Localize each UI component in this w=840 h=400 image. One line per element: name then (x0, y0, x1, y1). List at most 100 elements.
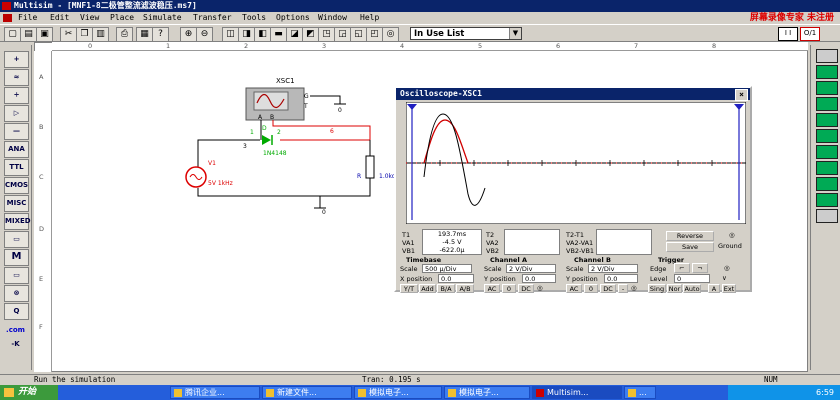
cursor-1-readout: 193.7ms -4.5 V -622.0µ (422, 229, 482, 255)
dva-label: VA2-VA1 (566, 239, 594, 247)
timebase-scale-label: Scale (400, 265, 418, 273)
start-button[interactable]: 开始 (0, 385, 58, 400)
channel-a-ac-button[interactable]: AC (484, 284, 500, 293)
logic-analyzer-icon[interactable] (816, 145, 838, 159)
channel-b-invert-button[interactable]: - (618, 284, 628, 293)
taskbar-item[interactable]: ... (624, 386, 656, 399)
clock: 6:59 (816, 388, 834, 397)
trigger-normal-button[interactable]: Nor (667, 284, 682, 293)
diode-part: 1N4148 (263, 150, 287, 157)
taskbar-item[interactable]: 新建文件... (262, 386, 352, 399)
oscilloscope-instrument-icon[interactable] (816, 97, 838, 111)
channel-b-ac-button[interactable]: AC (566, 284, 582, 293)
vb2-label: VB2 (486, 247, 500, 255)
trigger-auto-button[interactable]: Auto (683, 284, 701, 293)
dvb-label: VB2-VB1 (566, 247, 595, 255)
bode-plotter-icon[interactable] (816, 113, 838, 127)
delta-readout (596, 229, 652, 255)
t1-label: T1 (402, 231, 411, 239)
distortion-analyzer-icon[interactable] (816, 177, 838, 191)
trigger-a-button[interactable]: A (708, 284, 720, 293)
mode-ab-button[interactable]: A/B (456, 284, 474, 293)
timebase-scale-field[interactable]: 500 µ/Div (422, 264, 472, 273)
channel-a-zero-button[interactable]: 0 (502, 284, 516, 293)
trigger-level-label: Level (650, 275, 668, 283)
oscilloscope-title: Oscilloscope-XSC1 (400, 89, 482, 98)
scope-terminal-b: B (270, 114, 274, 121)
reverse-button[interactable]: Reverse (666, 231, 714, 241)
channel-b-dc-button[interactable]: DC (600, 284, 616, 293)
diode-symbol[interactable] (262, 135, 271, 145)
taskbar-item[interactable]: 模拟电子... (444, 386, 530, 399)
qq-icon (174, 389, 182, 397)
folder-icon (266, 389, 274, 397)
taskbar: 开始 腾讯企业... 新建文件... 模拟电子... 模拟电子... Multi… (0, 385, 840, 400)
source-ref: V1 (208, 160, 216, 167)
dt-label: T2-T1 (566, 231, 584, 239)
node-label: 2 (277, 129, 281, 136)
ground-label: Ground (718, 242, 742, 250)
trigger-ext-button[interactable]: Ext (722, 284, 736, 293)
channel-a-header: Channel A (490, 256, 527, 264)
wattmeter-icon[interactable] (816, 81, 838, 95)
channel-a-ypos-field[interactable]: 0.0 (522, 274, 556, 283)
oscilloscope-display (406, 102, 746, 224)
trigger-single-button[interactable]: Sing (648, 284, 666, 293)
multisim-icon (536, 389, 544, 397)
taskbar-item[interactable]: 模拟电子... (354, 386, 442, 399)
channel-b-zero-button[interactable]: 0 (584, 284, 598, 293)
channel-b-header: Channel B (574, 256, 611, 264)
timebase-header: Timebase (406, 256, 442, 264)
document-icon (448, 389, 456, 397)
mode-yt-button[interactable]: Y/T (400, 284, 418, 293)
network-analyzer-icon[interactable] (816, 209, 838, 223)
close-icon[interactable]: × (735, 89, 748, 101)
scope-ref: XSC1 (276, 77, 295, 85)
diode-ref: D (262, 125, 267, 132)
system-tray: 6:59 (728, 385, 840, 400)
multimeter-icon[interactable] (816, 49, 838, 63)
trigger-level-arrow-icon[interactable]: ∨ (722, 274, 727, 282)
folder-icon (358, 389, 366, 397)
channel-b-ypos-label: Y position (566, 275, 598, 283)
mode-ba-button[interactable]: B/A (437, 284, 455, 293)
rising-edge-icon[interactable]: ⌐ (674, 263, 690, 273)
channel-b-scale-field[interactable]: 2 V/Div (588, 264, 638, 273)
timebase-xpos-field[interactable]: 0.0 (438, 274, 474, 283)
node-label: 6 (330, 128, 334, 135)
va1-label: VA1 (402, 239, 415, 247)
mode-add-button[interactable]: Add (419, 284, 436, 293)
node-label: 1 (250, 129, 254, 136)
node-label: 0 (338, 107, 342, 114)
trigger-edge-label: Edge (650, 265, 667, 273)
channel-a-radio-icon[interactable]: ◎ (537, 284, 543, 292)
channel-a-scale-field[interactable]: 2 V/Div (506, 264, 556, 273)
va1-value: -4.5 V (442, 238, 462, 246)
app-icon (628, 389, 636, 397)
channel-a-dc-button[interactable]: DC (518, 284, 534, 293)
edge-radio-icon[interactable]: ◎ (724, 264, 730, 272)
save-button[interactable]: Save (666, 242, 714, 252)
node-label: 3 (243, 143, 247, 150)
taskbar-item[interactable]: 腾讯企业... (170, 386, 260, 399)
word-generator-icon[interactable] (816, 129, 838, 143)
function-generator-icon[interactable] (816, 65, 838, 79)
t2-label: T2 (486, 231, 495, 239)
channel-b-radio-icon[interactable]: ◎ (631, 284, 637, 292)
resistor-symbol[interactable] (365, 155, 375, 179)
channel-b-ypos-field[interactable]: 0.0 (604, 274, 638, 283)
t1-value: 193.7ms (437, 230, 467, 238)
scope-terminal-t: T (303, 103, 308, 110)
vb1-label: VB1 (402, 247, 416, 255)
spectrum-analyzer-icon[interactable] (816, 193, 838, 207)
channel-a-ypos-label: Y position (484, 275, 516, 283)
oscilloscope-titlebar[interactable]: Oscilloscope-XSC1 × (396, 88, 750, 101)
channel-a-scale-label: Scale (484, 265, 502, 273)
scope-terminal-g: G (304, 93, 309, 100)
timebase-xpos-label: X position (400, 275, 433, 283)
ground-radio-icon[interactable]: ◎ (729, 231, 735, 239)
trigger-level-field[interactable]: 0 (674, 274, 710, 283)
logic-converter-icon[interactable] (816, 161, 838, 175)
falling-edge-icon[interactable]: ¬ (692, 263, 708, 273)
taskbar-item[interactable]: Multisim... (532, 386, 622, 399)
